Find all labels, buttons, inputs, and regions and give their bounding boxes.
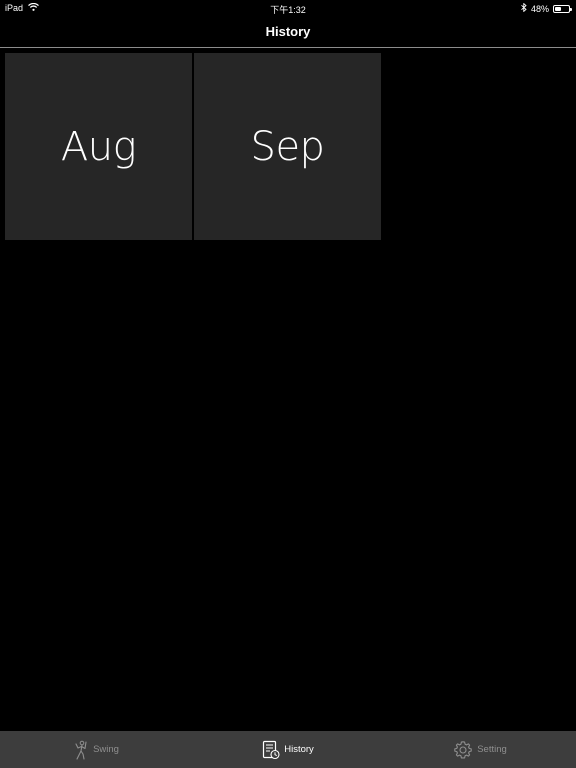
tab-history-label: History — [284, 744, 314, 755]
month-tile-sep[interactable]: Sep — [194, 53, 381, 240]
battery-tip — [570, 7, 572, 11]
battery-icon — [553, 4, 572, 13]
month-label: Sep — [250, 123, 325, 170]
tab-setting[interactable]: Setting — [384, 731, 576, 768]
battery-percent: 48% — [530, 3, 549, 14]
status-bar: iPad 下午1:32 48% — [0, 0, 576, 16]
bluetooth-icon — [521, 2, 527, 14]
page-title: History — [265, 24, 311, 39]
month-grid: Aug Sep — [5, 53, 381, 240]
tab-swing[interactable]: Swing — [0, 731, 192, 768]
tab-history[interactable]: History — [192, 731, 384, 768]
golfer-icon — [73, 740, 89, 760]
status-right: 48% — [521, 2, 572, 14]
tab-swing-label: Swing — [93, 744, 119, 755]
status-time: 下午1:32 — [270, 5, 306, 15]
app-screen: iPad 下午1:32 48% History Aug Sep Swing Hi… — [0, 0, 576, 768]
tab-setting-label: Setting — [477, 744, 507, 755]
history-icon — [262, 740, 280, 760]
battery-level — [555, 6, 562, 11]
gear-icon — [453, 740, 473, 760]
nav-bar: History — [0, 16, 576, 48]
tab-bar: Swing History Setting — [0, 731, 576, 768]
month-label: Aug — [60, 123, 137, 170]
month-tile-aug[interactable]: Aug — [5, 53, 192, 240]
